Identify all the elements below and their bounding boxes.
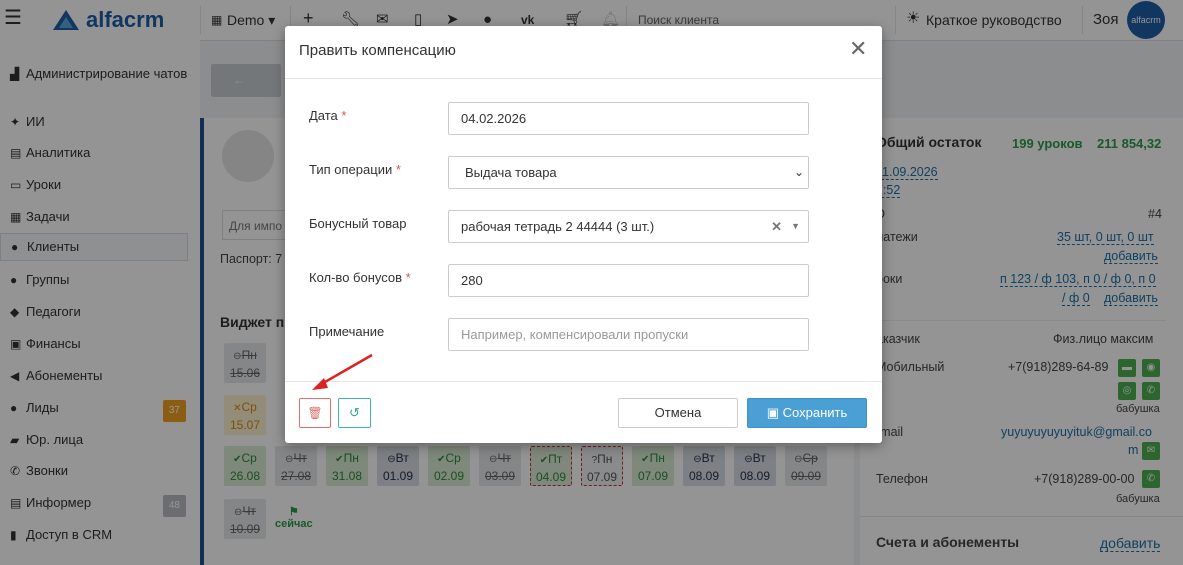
bonus-qty-field[interactable]: 280 [448, 264, 809, 297]
required-mark: * [405, 270, 411, 285]
delete-button[interactable]: 🗑︎ [299, 398, 331, 428]
clear-icon[interactable]: ✕ [771, 211, 782, 242]
save-label: Сохранить [782, 405, 848, 420]
operation-type-select[interactable]: Выдача товара ⌄ [448, 156, 809, 189]
history-icon: ↺ [349, 405, 360, 420]
modal-title: Править компенсацию [299, 42, 456, 59]
trash-icon: 🗑︎ [307, 406, 323, 420]
caret-down-icon[interactable]: ▼ [791, 211, 800, 242]
date-label: Дата * [309, 108, 346, 123]
operation-type-value: Выдача товара [465, 165, 557, 180]
close-icon[interactable]: ✕ [849, 38, 867, 60]
history-button[interactable]: ↺ [338, 398, 371, 428]
bonus-qty-label-text: Кол-во бонусов [309, 270, 403, 285]
annotation-arrow-icon [312, 353, 373, 390]
date-label-text: Дата [309, 108, 338, 123]
note-field[interactable]: Например, компенсировали пропуски [448, 318, 809, 351]
cancel-button[interactable]: Отмена [618, 398, 738, 428]
divider [285, 78, 882, 79]
operation-type-label-text: Тип операции [309, 162, 393, 177]
save-button[interactable]: ▣ Сохранить [747, 398, 867, 428]
operation-type-label: Тип операции * [309, 162, 401, 177]
date-field[interactable]: 04.02.2026 [448, 102, 809, 135]
note-label: Примечание [309, 324, 385, 339]
chevron-down-icon: ⌄ [793, 165, 804, 179]
floppy-disk-icon: ▣ [766, 405, 780, 420]
bonus-product-value: рабочая тетрадь 2 44444 (3 шт.) [461, 219, 655, 234]
required-mark: * [395, 162, 401, 177]
bonus-product-label: Бонусный товар [309, 216, 407, 231]
bonus-product-select[interactable]: рабочая тетрадь 2 44444 (3 шт.) ✕ ▼ [448, 210, 809, 243]
required-mark: * [341, 108, 347, 123]
bonus-qty-label: Кол-во бонусов * [309, 270, 411, 285]
